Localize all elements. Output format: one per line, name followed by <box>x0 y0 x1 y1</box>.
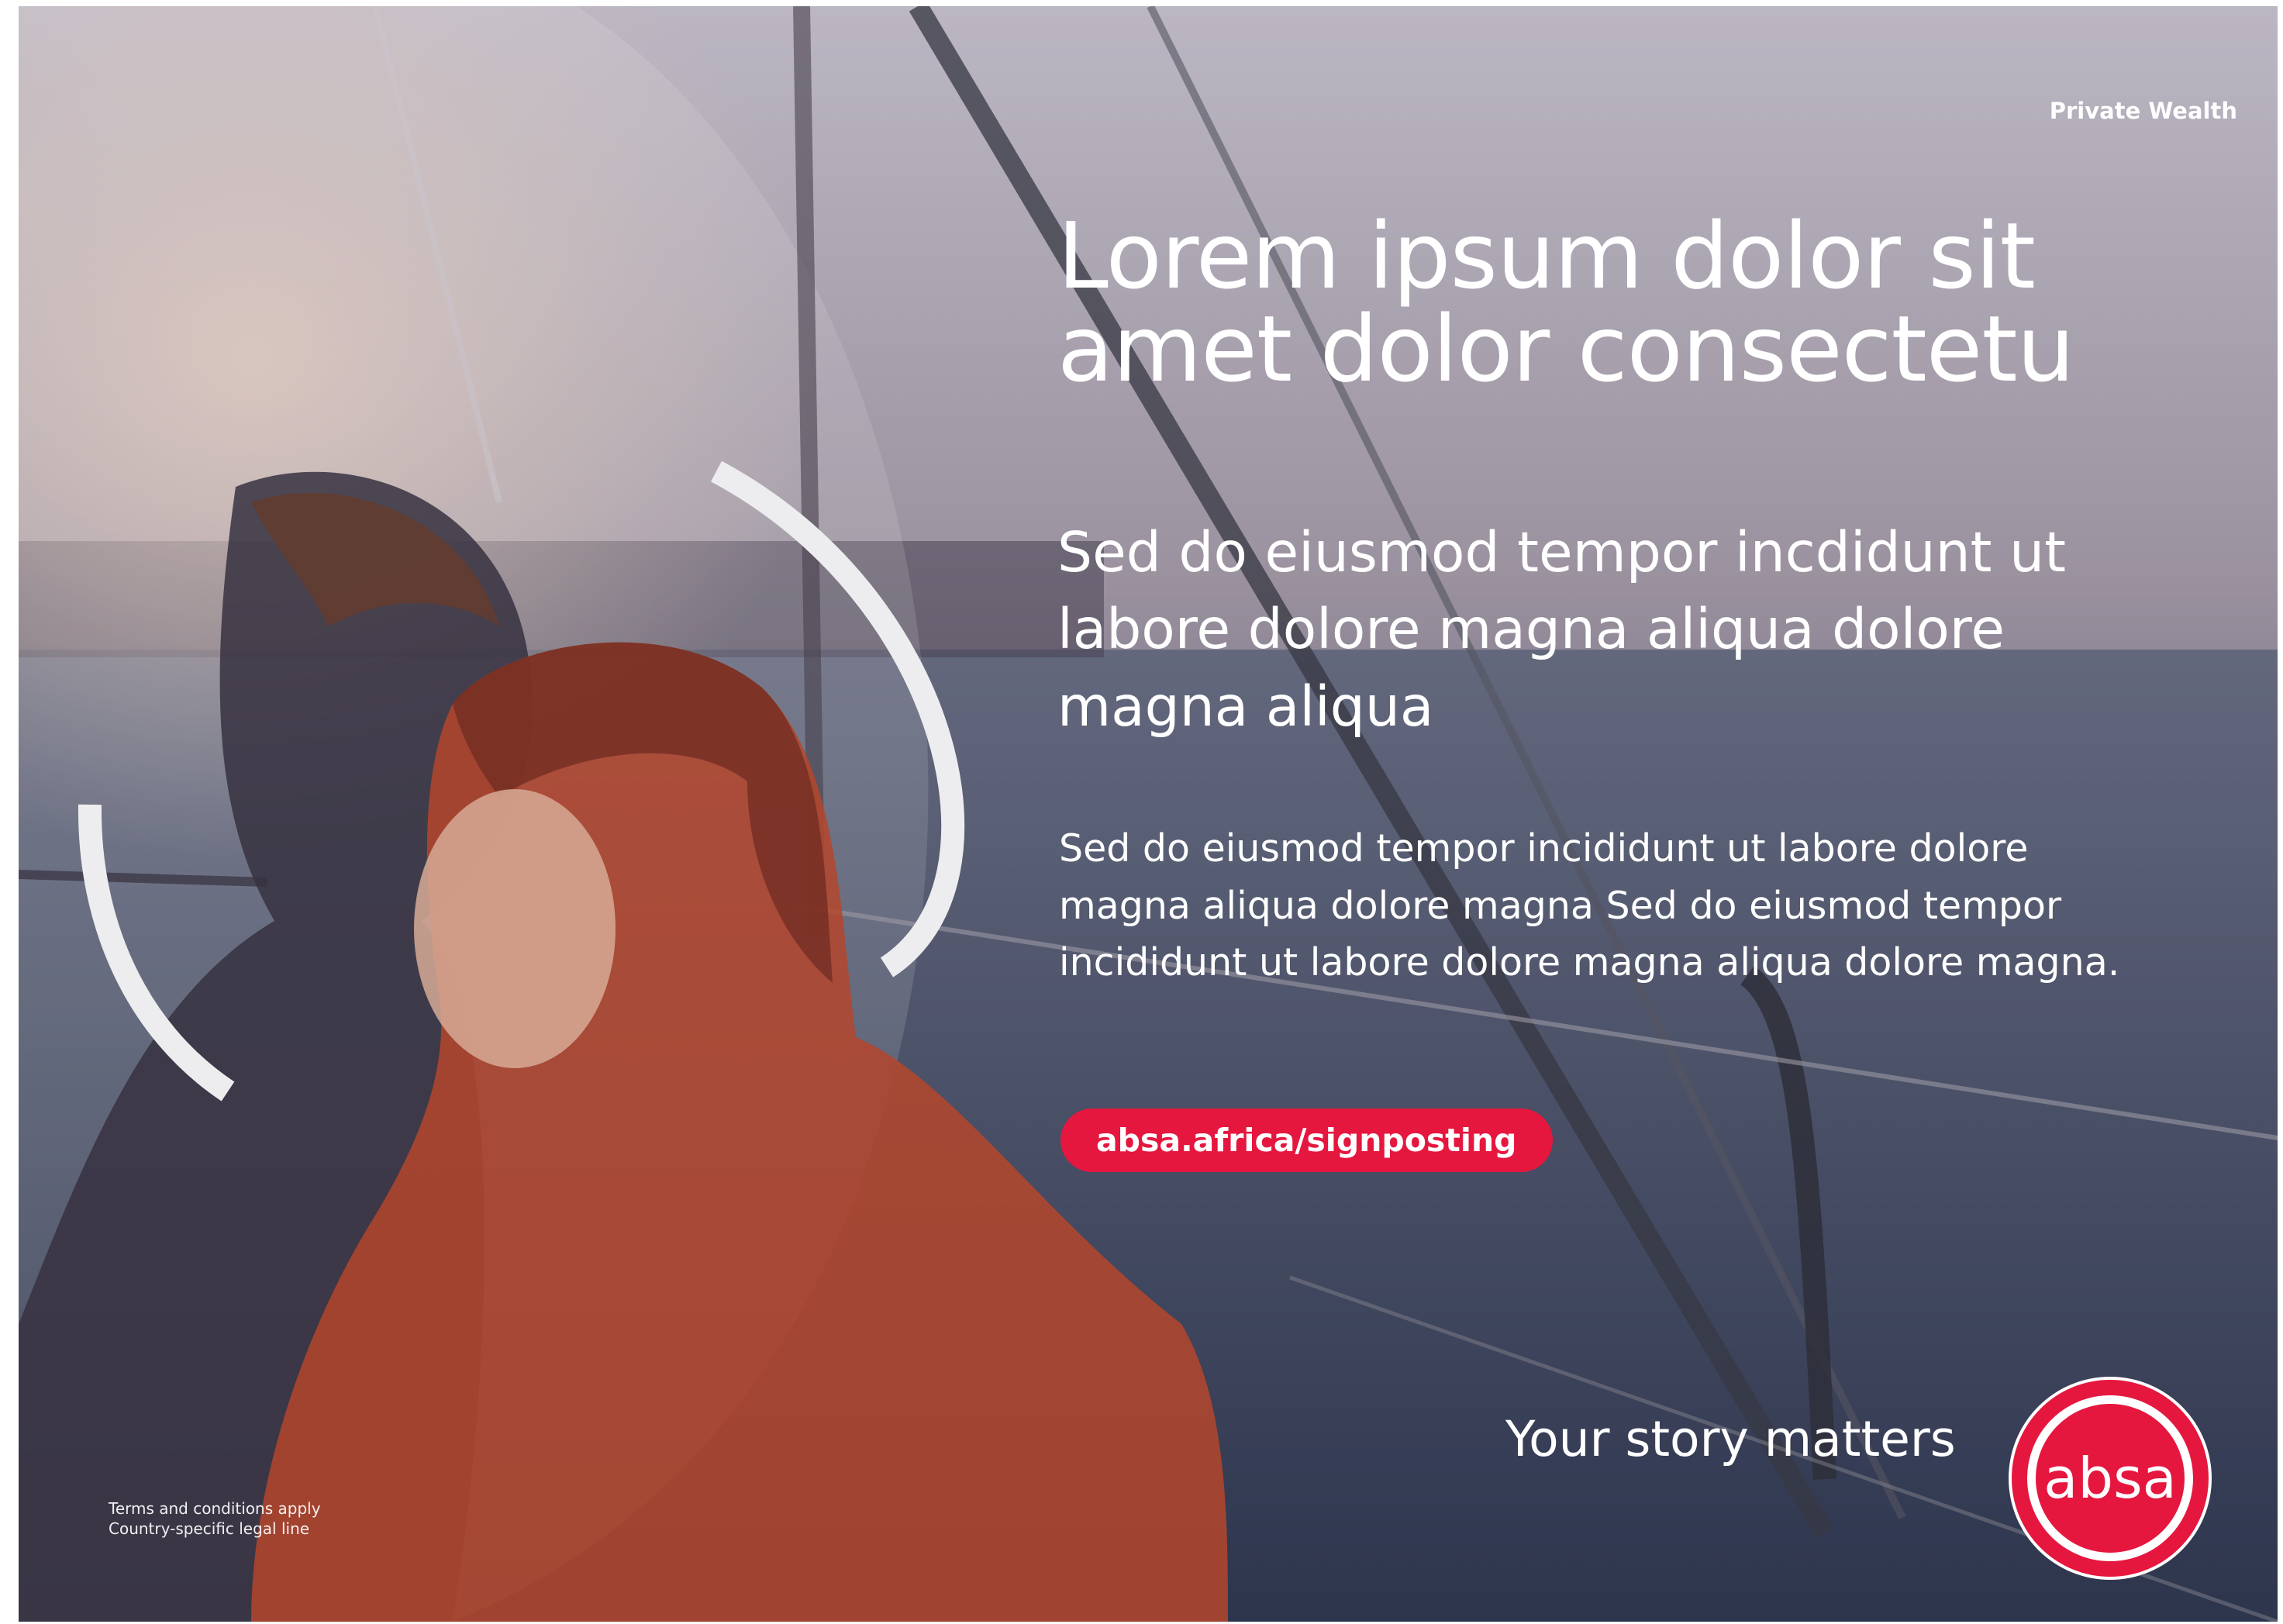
subheadline: Sed do eiusmod tempor incdidunt ut labor… <box>1057 520 2066 739</box>
tagline: Your story matters <box>1505 1411 1956 1467</box>
advert-panel: Private Wealth Lorem ipsum dolor sit ame… <box>19 6 2278 1622</box>
absa-logo: absa <box>2009 1377 2212 1580</box>
signposting-link-button[interactable]: absa.africa/signposting <box>1060 1109 1553 1172</box>
legal-text: Terms and conditions apply Country-speci… <box>109 1499 321 1538</box>
brand-label: Private Wealth <box>2049 98 2237 124</box>
body-copy: Sed do eiusmod tempor incididunt ut labo… <box>1059 826 2120 984</box>
logo-wordmark: absa <box>2043 1446 2176 1511</box>
headline: Lorem ipsum dolor sit amet dolor consect… <box>1057 202 2074 403</box>
